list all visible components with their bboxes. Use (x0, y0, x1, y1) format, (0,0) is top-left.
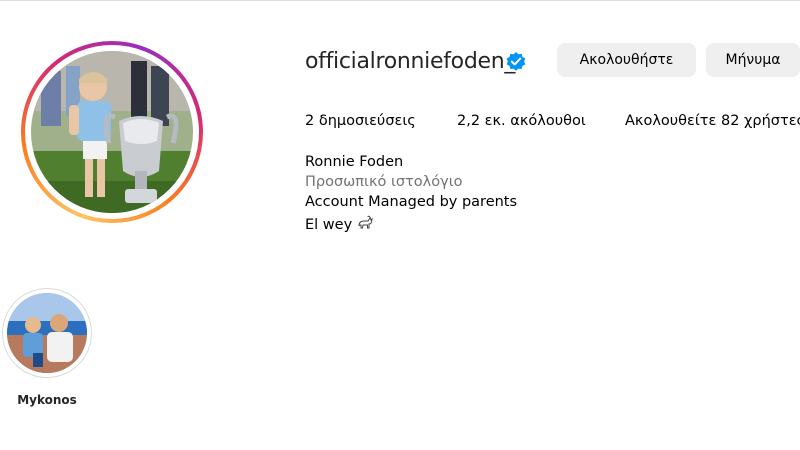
goat-icon (356, 214, 374, 236)
following-link[interactable]: Ακολουθείτε 82 χρήστες (625, 113, 800, 129)
story-highlight[interactable] (2, 288, 92, 378)
bio-text: El wey (305, 217, 353, 233)
verified-badge-icon (506, 52, 526, 71)
profile-avatar-story-ring[interactable] (21, 41, 203, 223)
profile-username: officialronniefoden_ (305, 49, 516, 74)
bio-text-line: Account Managed by parents (305, 194, 518, 210)
highlight-label[interactable]: Mykonos (2, 393, 92, 407)
posts-count: 2 δημοσιεύσεις (305, 113, 416, 129)
followers-link[interactable]: 2,2 εκ. ακόλουθοι (457, 113, 586, 129)
top-divider (0, 0, 800, 1)
highlight-photo-illustration (7, 293, 87, 373)
message-button[interactable]: Μήνυμα (706, 43, 800, 77)
highlight-cover (7, 293, 87, 373)
avatar[interactable] (31, 51, 193, 213)
bio-text-line: El wey (305, 214, 374, 236)
bio-full-name: Ronnie Foden (305, 154, 404, 170)
avatar-ring-gap (25, 45, 199, 219)
bio-category: Προσωπικό ιστολόγιο (305, 174, 463, 190)
avatar-photo-illustration (31, 51, 193, 213)
follow-button[interactable]: Ακολουθήστε (557, 43, 696, 77)
